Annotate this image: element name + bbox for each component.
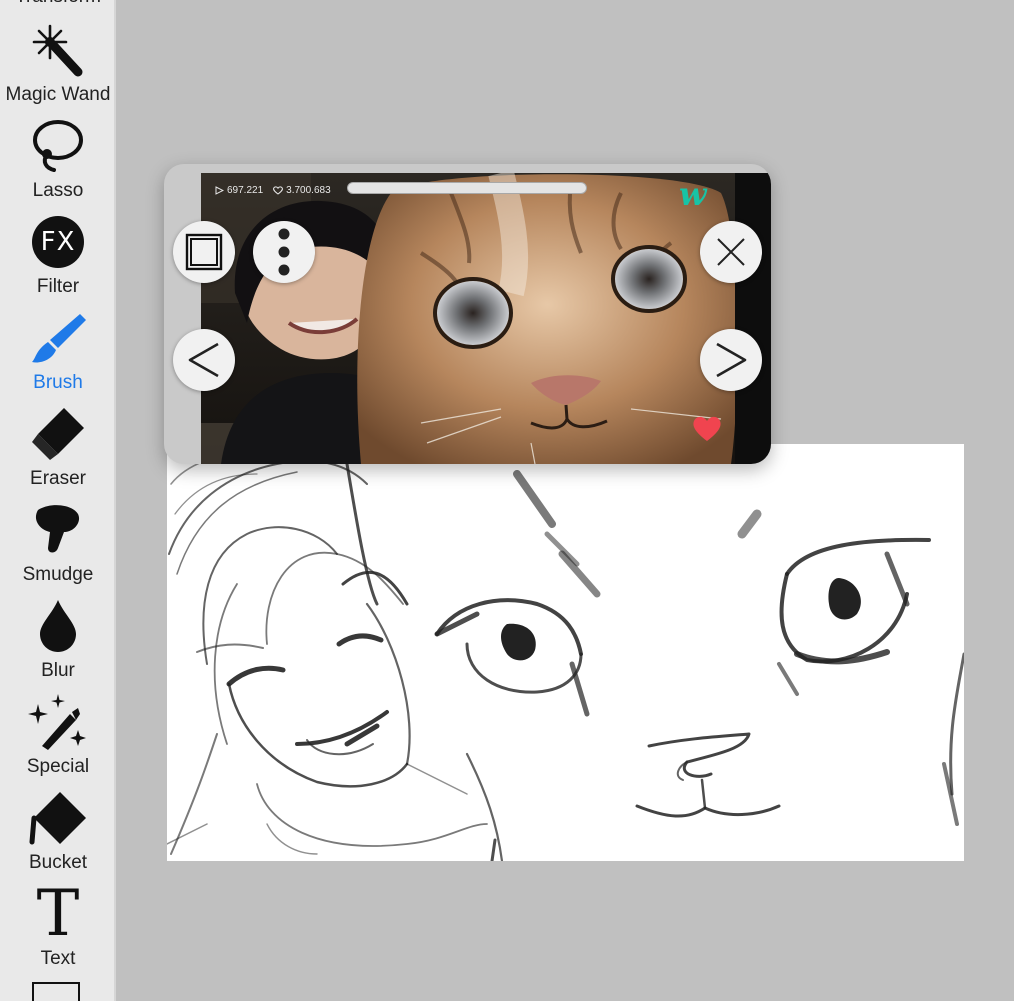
play-count-value: 697.221 xyxy=(227,185,264,196)
next-button[interactable] xyxy=(700,329,762,391)
fullscreen-button[interactable] xyxy=(173,221,235,283)
video-stats: 697.221 3.700.683 xyxy=(215,185,331,196)
previous-button[interactable] xyxy=(173,329,235,391)
reference-video-frame[interactable]: 697.221 3.700.683 w xyxy=(201,173,735,464)
magic-wand-icon xyxy=(26,20,90,80)
tool-bucket[interactable]: Bucket xyxy=(0,788,114,882)
tool-label-transform-partial[interactable]: Transform xyxy=(0,0,114,8)
chevron-right-icon xyxy=(716,342,747,378)
sketch-artwork xyxy=(166,451,966,863)
tool-label: Eraser xyxy=(30,468,86,489)
text-icon-glyph: T xyxy=(36,877,80,951)
like-count-value: 3.700.683 xyxy=(286,185,331,196)
heart-filled-icon[interactable] xyxy=(692,415,722,443)
reference-video-window[interactable]: 697.221 3.700.683 w xyxy=(164,164,771,464)
play-count: 697.221 xyxy=(215,185,263,196)
more-options-button[interactable] xyxy=(253,221,315,283)
tool-blur[interactable]: Blur xyxy=(0,596,114,690)
tool-shape-partial-icon[interactable] xyxy=(32,982,80,1001)
tool-smudge[interactable]: Smudge xyxy=(0,500,114,594)
drawing-canvas[interactable] xyxy=(166,444,966,863)
blur-drop-icon xyxy=(26,596,90,656)
tool-sidebar: Transform Magic Wand xyxy=(0,0,116,1001)
vertical-dots-icon xyxy=(278,228,290,276)
special-sparkle-icon xyxy=(26,692,90,752)
tool-special[interactable]: Special xyxy=(0,692,114,786)
video-still-image xyxy=(201,173,735,464)
text-icon: T xyxy=(26,877,90,951)
fx-icon: FX xyxy=(26,212,90,272)
tool-filter[interactable]: FX Filter xyxy=(0,212,114,306)
tool-label: Lasso xyxy=(32,180,84,201)
fx-icon-text: FX xyxy=(32,216,84,268)
brand-logo-icon: w xyxy=(679,175,707,213)
tool-label: Text xyxy=(40,948,76,969)
square-frame-icon xyxy=(185,233,223,271)
tool-label: Smudge xyxy=(22,564,94,585)
tool-label: Bucket xyxy=(28,852,88,873)
tool-label: Magic Wand xyxy=(5,84,111,105)
tool-label: Special xyxy=(26,756,90,777)
tool-label: Blur xyxy=(41,660,75,681)
tool-text[interactable]: T Text xyxy=(0,877,114,978)
eraser-icon xyxy=(26,404,90,464)
brush-icon xyxy=(26,308,90,368)
chevron-left-icon xyxy=(188,342,219,378)
drawing-app: Transform Magic Wand xyxy=(0,0,1014,1001)
heart-outline-icon xyxy=(273,186,284,195)
lasso-icon xyxy=(26,116,90,176)
window-drag-handle[interactable] xyxy=(347,182,587,194)
close-x-icon xyxy=(717,238,745,266)
video-letterbox-bar xyxy=(735,173,771,464)
tool-eraser[interactable]: Eraser xyxy=(0,404,114,498)
tool-lasso[interactable]: Lasso xyxy=(0,116,114,210)
tool-magic-wand[interactable]: Magic Wand xyxy=(0,20,114,114)
play-icon xyxy=(215,186,224,195)
tool-label: Brush xyxy=(33,372,83,393)
tool-brush[interactable]: Brush xyxy=(0,308,114,402)
close-button[interactable] xyxy=(700,221,762,283)
bucket-icon xyxy=(26,788,90,848)
tool-label: Filter xyxy=(36,276,80,297)
smudge-icon xyxy=(26,500,90,560)
like-count: 3.700.683 xyxy=(273,185,331,196)
